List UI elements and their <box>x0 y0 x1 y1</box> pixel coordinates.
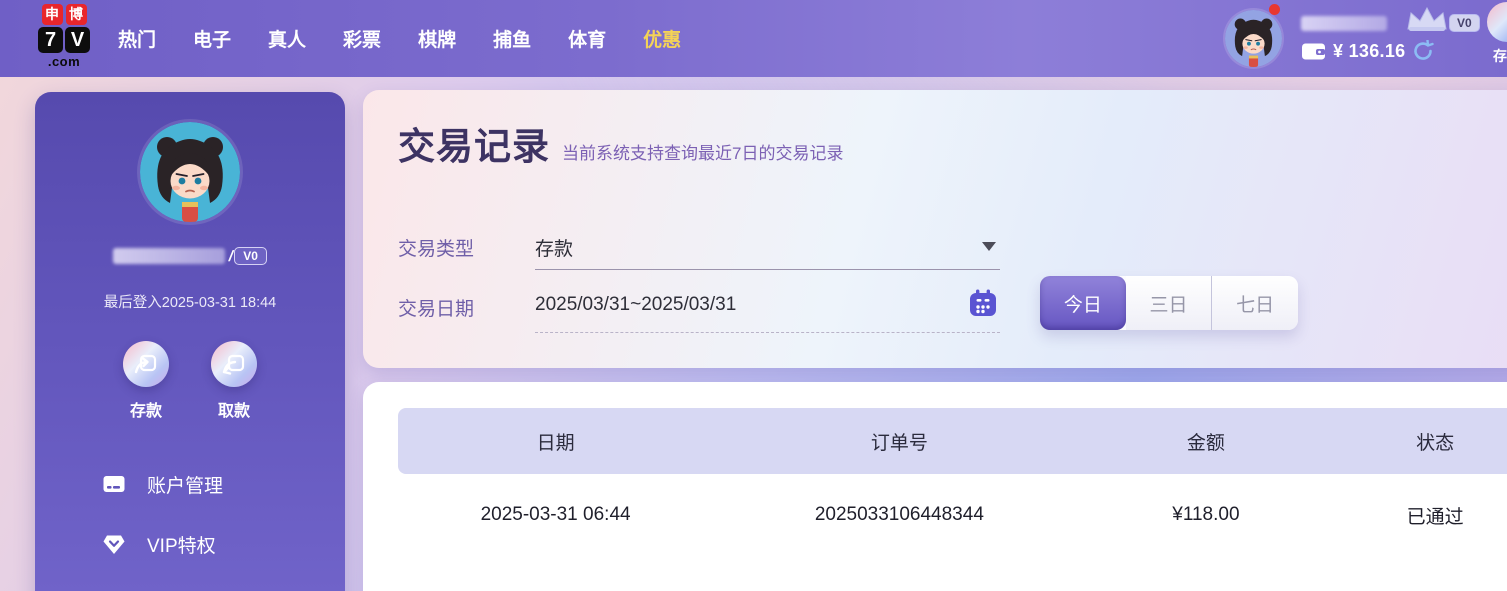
refresh-balance-icon[interactable] <box>1412 40 1435 62</box>
header-cell: 状态 <box>1416 432 1455 454</box>
quick-action-存款[interactable]: 存款 <box>123 341 169 421</box>
transaction-date-input[interactable]: 2025/03/31~2025/03/31 <box>535 294 736 316</box>
header-cell: 金额 <box>1186 432 1225 454</box>
page-title: 交易记录 <box>398 126 550 167</box>
table-cell: ¥118.00 <box>1172 504 1240 525</box>
vip-icon <box>101 531 127 557</box>
nav-item[interactable]: 热门 <box>118 25 156 52</box>
table-cell: 2025033106448344 <box>814 504 984 525</box>
range-button-今日[interactable]: 今日 <box>1040 276 1126 330</box>
nav-item[interactable]: 彩票 <box>343 25 381 52</box>
wallet-icon <box>1301 41 1326 61</box>
nav-item[interactable]: 捕鱼 <box>493 25 531 52</box>
header-cell: 日期 <box>536 432 575 454</box>
nav-item[interactable]: 优惠 <box>643 25 681 52</box>
divider <box>535 269 1000 270</box>
transaction-filter-panel: 交易记录 当前系统支持查询最近7日的交易记录 交易类型 存款 交易日期 2025… <box>363 90 1507 368</box>
table-row: 2025-03-31 06:44 2025033106448344 ¥118.00 已… <box>398 474 1507 556</box>
withdraw-icon <box>211 341 257 387</box>
transaction-date-label: 交易日期 <box>398 299 475 320</box>
nav-item[interactable]: 电子 <box>193 25 231 52</box>
quick-actions: 存款 取款 <box>35 341 345 421</box>
card-icon <box>101 471 127 497</box>
table-header-row: 日期 订单号 金额 状态 <box>398 408 1507 474</box>
profile-avatar[interactable] <box>140 122 240 222</box>
transaction-table-panel: 日期 订单号 金额 状态 2025-03-31 06:44 20250331064483… <box>363 382 1507 591</box>
account-sidebar: / V0 最后登入2025-03-31 18:44 存款 取款 账户管理 VIP特权… <box>35 92 345 591</box>
transaction-type-label: 交易类型 <box>398 239 475 260</box>
quick-deposit-button[interactable]: 存 <box>1487 2 1507 66</box>
date-range-group: 今日 三日 七日 <box>1040 276 1299 330</box>
site-logo[interactable]: 申 博 7 V .com <box>35 4 93 69</box>
transaction-date-row: 交易日期 2025/03/31~2025/03/31 <box>398 278 1038 333</box>
sidebar-item-账户管理[interactable]: 账户管理 <box>35 454 345 514</box>
logo-badge-right: 博 <box>65 4 87 25</box>
logo-badge-left: 申 <box>41 4 63 25</box>
logo-suffix: .com <box>47 54 81 69</box>
divider <box>535 332 1000 333</box>
last-login-text: 最后登入2025-03-31 18:44 <box>103 295 277 311</box>
table-cell: 2025-03-31 06:44 <box>480 504 631 525</box>
nav-item[interactable]: 棋牌 <box>418 25 456 52</box>
balance-amount: ¥ 136.16 <box>1333 40 1406 61</box>
sidebar-menu: 账户管理 VIP特权红利红包 <box>35 454 345 591</box>
quick-action-label: 存款 <box>129 403 162 420</box>
sidebar-item-红利红包[interactable]: 红利红包 <box>35 574 345 591</box>
page-subtitle: 当前系统支持查询最近7日的交易记录 <box>562 144 844 163</box>
user-avatar[interactable] <box>1225 10 1282 67</box>
logo-letter-7: 7 <box>38 27 63 53</box>
vip-level-badge: V0 <box>1449 14 1480 32</box>
quick-action-label: 取款 <box>217 403 250 420</box>
table-cell: 已通过 <box>1406 506 1464 528</box>
nav-item[interactable]: 体育 <box>568 25 606 52</box>
header-cell: 订单号 <box>870 432 928 454</box>
range-button-七日[interactable]: 七日 <box>1212 276 1299 330</box>
deposit-icon <box>123 341 169 387</box>
chevron-down-icon[interactable] <box>982 242 996 251</box>
table-body: 2025-03-31 06:44 2025033106448344 ¥118.00 已… <box>398 474 1507 556</box>
vip-level-badge: V0 <box>234 247 267 265</box>
transaction-type-row: 交易类型 存款 <box>398 222 1038 270</box>
main-nav: 热门 电子 真人 彩票 棋牌 捕鱼 体育 优惠 <box>118 0 681 77</box>
top-navigation-bar: 申 博 7 V .com 热门 电子 真人 彩票 棋牌 捕鱼 体育 优惠 V0 <box>0 0 1507 77</box>
logo-letter-v: V <box>65 27 90 53</box>
sidebar-item-label: VIP特权 <box>147 535 216 557</box>
quick-deposit-icon <box>1487 2 1507 42</box>
notification-dot <box>1269 4 1280 15</box>
calendar-icon[interactable] <box>968 288 998 318</box>
transaction-type-select[interactable]: 存款 <box>535 234 573 261</box>
sidebar-item-label: 账户管理 <box>147 475 224 497</box>
username-masked <box>1301 15 1387 31</box>
vip-crown-icon <box>1405 7 1447 33</box>
range-button-三日[interactable]: 三日 <box>1125 276 1213 330</box>
username-masked <box>113 248 226 264</box>
quick-action-取款[interactable]: 取款 <box>211 341 257 421</box>
sidebar-item-VIP特权[interactable]: VIP特权 <box>35 514 345 574</box>
nav-item[interactable]: 真人 <box>268 25 306 52</box>
